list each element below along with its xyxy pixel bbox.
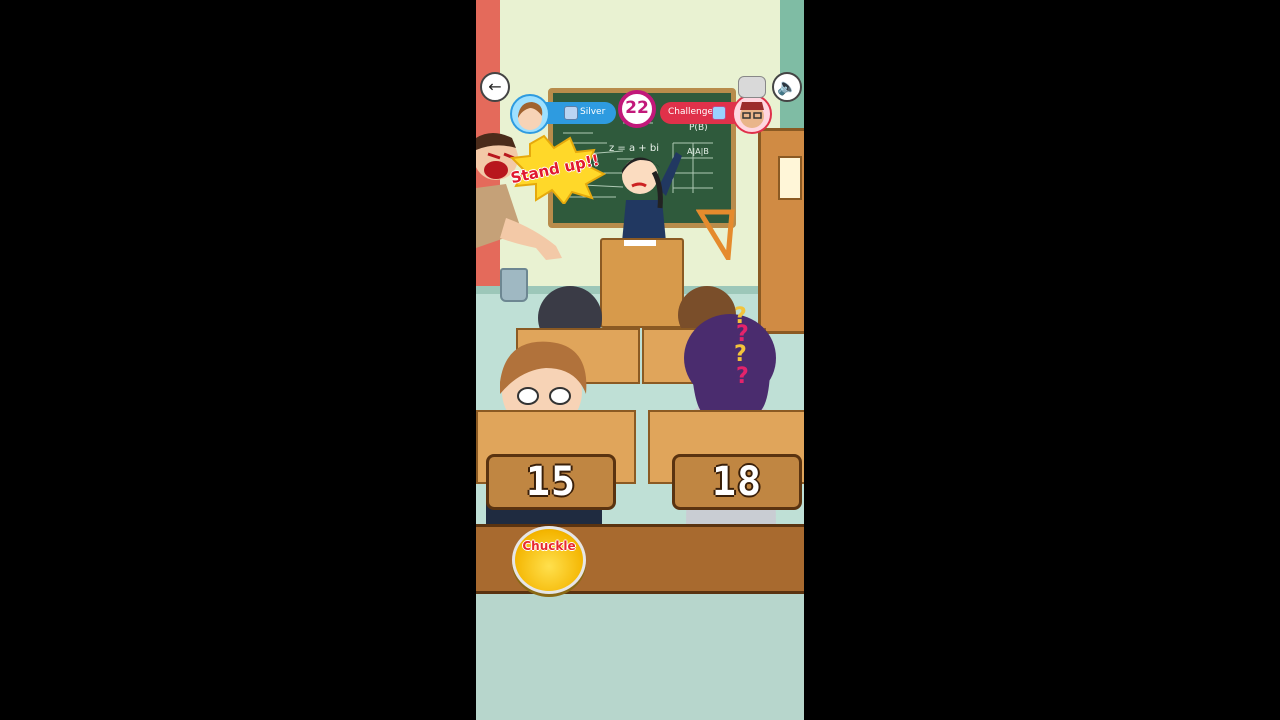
speaker-icon: 🔈 bbox=[777, 77, 797, 96]
back-arrow-icon: ← bbox=[488, 77, 502, 96]
chalkboard-table-header: A|A|B bbox=[687, 147, 709, 156]
opponent-rank-label: Challenger bbox=[668, 107, 717, 117]
player-rank-label: Silver bbox=[580, 107, 606, 117]
opponent-rank-badge-icon bbox=[712, 106, 726, 120]
game-viewport: P(B) z = a + bi A|A|B Stand up!! ? ? ? ?… bbox=[476, 0, 804, 720]
back-button[interactable]: ← bbox=[480, 72, 510, 102]
wall-stripe-right bbox=[780, 0, 804, 130]
question-mark-4: ? bbox=[736, 364, 749, 389]
teacher-character bbox=[604, 146, 684, 242]
podium bbox=[600, 238, 684, 328]
opponent-cat-icon bbox=[738, 76, 766, 98]
trash-bin bbox=[500, 268, 528, 302]
door-window bbox=[778, 156, 802, 200]
timer-value: 22 bbox=[625, 98, 649, 118]
chuckle-button-label: Chuckle bbox=[522, 539, 576, 553]
sound-button[interactable]: 🔈 bbox=[772, 72, 802, 102]
opponent-score: 18 bbox=[672, 454, 802, 510]
player-score: 15 bbox=[486, 454, 616, 510]
chuckle-button[interactable]: Chuckle bbox=[512, 526, 586, 594]
player-avatar bbox=[510, 94, 550, 134]
set-square-ruler bbox=[696, 209, 735, 260]
player-rank-badge-icon bbox=[564, 106, 578, 120]
podium-paper bbox=[624, 240, 656, 246]
chalkboard-header: P(B) bbox=[689, 123, 708, 133]
opponent-avatar bbox=[732, 94, 772, 134]
